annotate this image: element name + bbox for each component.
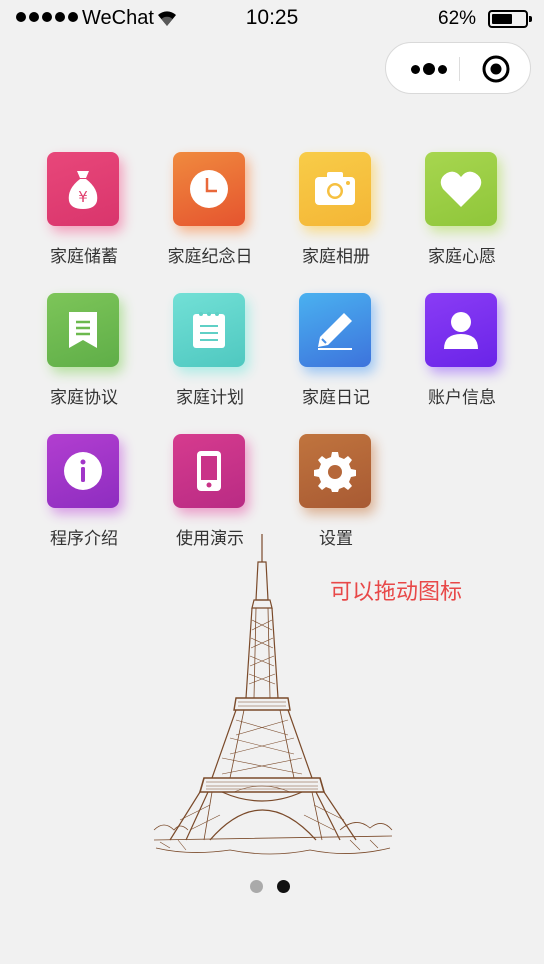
money-bag-icon: ¥	[63, 167, 103, 211]
phone-icon	[195, 449, 223, 493]
grid-item-label: 家庭心愿	[428, 247, 496, 266]
grid-item-tile[interactable]	[47, 434, 119, 508]
heart-icon	[439, 169, 483, 209]
bookmark-doc-icon	[67, 310, 99, 350]
grid-item-tile[interactable]	[299, 293, 371, 367]
more-dots-icon[interactable]	[404, 59, 454, 79]
page-indicator	[250, 880, 290, 893]
page-dot-1[interactable]	[250, 880, 263, 893]
grid-item-label: 家庭纪念日	[167, 247, 253, 266]
battery-percentage: 62%	[438, 8, 477, 29]
battery-icon	[488, 10, 532, 28]
signal-strength-icon	[16, 12, 78, 22]
eiffel-tower-illustration	[153, 534, 393, 855]
grid-item-label: 家庭相册	[302, 247, 370, 266]
grid-item-2[interactable]: 家庭纪念日	[155, 152, 265, 272]
status-bar: WeChat 10:25 62%	[0, 0, 544, 40]
target-close-icon[interactable]	[481, 54, 511, 84]
grid-item-label: 程序介绍	[50, 529, 118, 548]
camera-icon	[313, 171, 357, 207]
carrier-name: WeChat	[82, 7, 154, 29]
grid-item-1[interactable]: ¥ 家庭储蓄	[29, 152, 139, 272]
grid-item-4[interactable]: 家庭心愿	[407, 152, 517, 272]
info-icon	[62, 450, 104, 492]
pencil-icon	[314, 309, 356, 351]
wifi-icon	[158, 11, 176, 26]
capsule-divider	[459, 57, 460, 81]
grid-item-tile[interactable]	[425, 293, 497, 367]
gear-icon	[314, 450, 356, 492]
user-icon	[441, 309, 481, 351]
grid-item-3[interactable]: 家庭相册	[281, 152, 391, 272]
battery-level	[492, 14, 513, 24]
grid-item-tile[interactable]	[173, 293, 245, 367]
svg-text:¥: ¥	[78, 188, 88, 206]
grid-item-7[interactable]: 家庭日记	[281, 293, 391, 413]
miniprogram-capsule	[385, 42, 531, 94]
grid-item-5[interactable]: 家庭协议	[29, 293, 139, 413]
grid-item-tile[interactable]: ¥	[47, 152, 119, 226]
grid-item-label: 家庭储蓄	[50, 247, 118, 266]
grid-item-tile[interactable]	[299, 434, 371, 508]
clock-icon	[188, 168, 230, 210]
grid-item-8[interactable]: 账户信息	[407, 293, 517, 413]
grid-item-tile[interactable]	[425, 152, 497, 226]
grid-item-label: 家庭协议	[50, 388, 118, 407]
grid-item-tile[interactable]	[47, 293, 119, 367]
grid-item-tile[interactable]	[299, 152, 371, 226]
grid-item-tile[interactable]	[173, 434, 245, 508]
notepad-icon	[191, 310, 227, 350]
grid-item-label: 账户信息	[428, 388, 496, 407]
grid-item-9[interactable]: 程序介绍	[29, 434, 139, 554]
grid-item-label: 家庭日记	[302, 388, 370, 407]
page-dot-2[interactable]	[277, 880, 290, 893]
grid-item-tile[interactable]	[173, 152, 245, 226]
grid-item-6[interactable]: 家庭计划	[155, 293, 265, 413]
grid-item-label: 家庭计划	[176, 388, 244, 407]
